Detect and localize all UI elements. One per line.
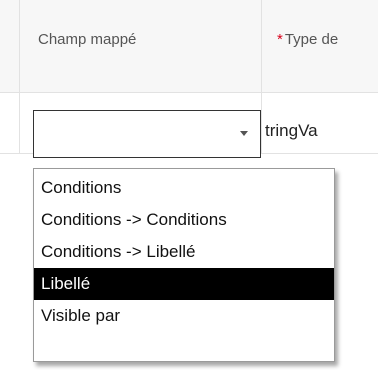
column-header-type[interactable]: * Type de: [277, 31, 338, 48]
mapped-field-dropdown: Conditions Conditions -> Conditions Cond…: [33, 168, 335, 362]
column-header-champ-mappe[interactable]: Champ mappé: [38, 31, 136, 48]
dropdown-option-libelle[interactable]: Libellé: [34, 268, 334, 300]
dropdown-option-conditions-libelle[interactable]: Conditions -> Libellé: [34, 236, 334, 268]
dropdown-option-conditions[interactable]: Conditions: [34, 172, 334, 204]
cell-divider: [261, 93, 262, 153]
column-header-label: Type de: [284, 31, 339, 48]
cell-divider: [19, 93, 20, 153]
type-cell-value: tringVa: [265, 121, 318, 140]
column-header-label: Champ mappé: [38, 31, 137, 48]
required-marker: *: [277, 31, 283, 48]
chevron-down-icon[interactable]: [240, 131, 248, 136]
dropdown-option-visible-par[interactable]: Visible par: [34, 300, 334, 332]
column-divider: [19, 0, 20, 92]
column-divider: [261, 0, 262, 92]
dropdown-option-conditions-conditions[interactable]: Conditions -> Conditions: [34, 204, 334, 236]
mapped-field-select[interactable]: [33, 110, 261, 158]
